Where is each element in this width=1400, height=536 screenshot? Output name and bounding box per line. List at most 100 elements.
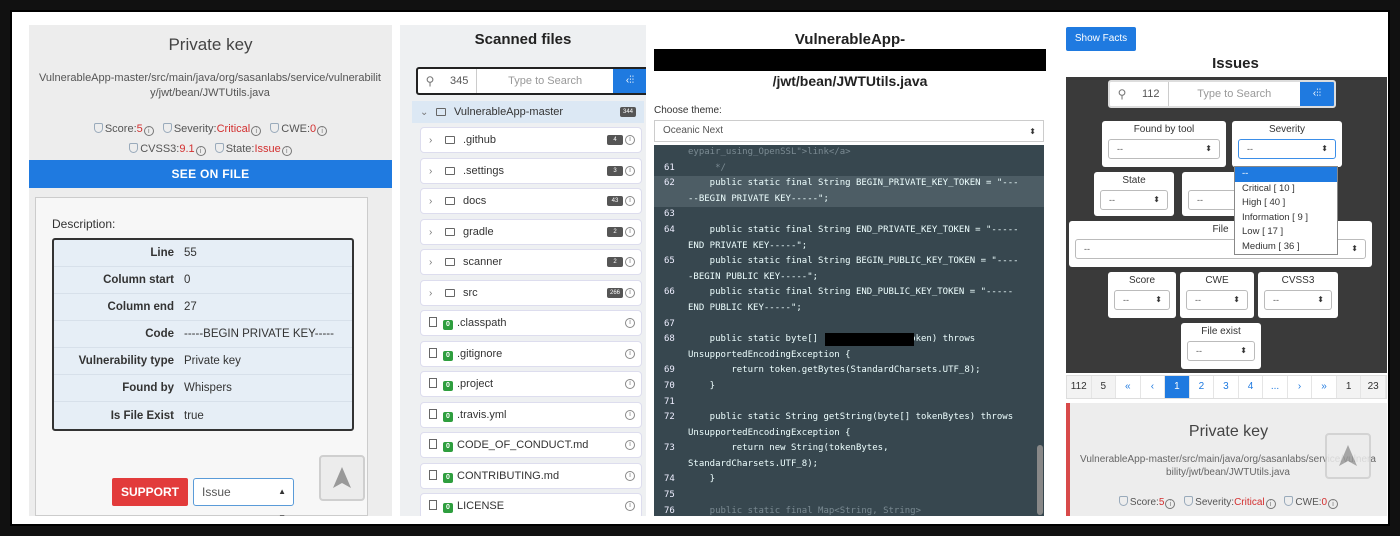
pager-first-page[interactable]: 1	[1336, 376, 1362, 398]
filter-state: State -- ⬍	[1094, 172, 1174, 216]
info-icon[interactable]: i	[195, 146, 206, 156]
folder-icon	[436, 108, 446, 116]
code-line: 70 }	[654, 379, 1044, 395]
cvss-value: 9.1	[179, 143, 195, 155]
info-icon[interactable]: i	[251, 126, 262, 136]
folder-item[interactable]: › docs 43 i	[420, 188, 642, 214]
severity-option[interactable]: Low [ 17 ]	[1235, 225, 1337, 240]
pager-page-2[interactable]: 2	[1190, 376, 1215, 398]
pager-prev[interactable]: ‹	[1141, 376, 1166, 398]
info-icon[interactable]: i	[625, 257, 635, 267]
info-icon[interactable]: i	[317, 126, 328, 136]
state-select[interactable]: Issue ▲▼	[193, 478, 294, 516]
code-line: 67	[654, 317, 1044, 333]
info-icon[interactable]: i	[625, 501, 635, 511]
pager-page-4[interactable]: 4	[1239, 376, 1264, 398]
file-item[interactable]: 0 CONTRIBUTING.md i	[420, 462, 642, 489]
issue-preview-card[interactable]: Private key VulnerableApp-master/src/mai…	[1066, 403, 1387, 516]
info-icon[interactable]: i	[625, 379, 635, 389]
folder-item[interactable]: › .settings 3 i	[420, 157, 642, 184]
filter-icon[interactable]: ‹⫶⫶	[1300, 82, 1334, 106]
file-exist-select[interactable]: -- ⬍	[1187, 341, 1255, 361]
pager-first[interactable]: «	[1116, 376, 1141, 398]
issue-meta-row-2: CVSS3:9.1 i State:Issue i	[29, 143, 392, 156]
info-icon[interactable]: i	[625, 196, 635, 206]
scroll-top-button[interactable]	[319, 455, 365, 501]
code-text: public static final String END_PRIVATE_K…	[688, 224, 1019, 235]
theme-select[interactable]: Oceanic Next ⬍	[654, 120, 1044, 142]
scroll-top-button[interactable]	[1325, 433, 1371, 479]
cvss3-select[interactable]: -- ⬍	[1264, 290, 1332, 310]
filter-label: Found by tool	[1133, 124, 1195, 135]
pager-last[interactable]: »	[1312, 376, 1337, 398]
info-icon[interactable]: i	[1328, 499, 1339, 509]
folder-icon	[445, 197, 455, 205]
folder-item[interactable]: › .github 4 i	[420, 127, 642, 153]
issues-search-input[interactable]: Type to Search	[1169, 88, 1300, 100]
filter-icon[interactable]: ‹⫶⫶	[613, 69, 646, 93]
info-icon[interactable]: i	[625, 409, 635, 420]
info-icon[interactable]: i	[281, 146, 292, 156]
line-number: 75	[664, 490, 675, 501]
line-number: 62	[664, 178, 675, 189]
folder-item[interactable]: › src 266 i	[420, 279, 642, 306]
detail-row: Code -----BEGIN PRIVATE KEY-----	[54, 321, 352, 348]
tree-root[interactable]: ⌄ VulnerableApp-master 344	[412, 101, 644, 123]
info-icon[interactable]: i	[625, 226, 635, 237]
severity-option[interactable]: Information [ 9 ]	[1235, 211, 1337, 226]
pager-last-page[interactable]: 23	[1361, 376, 1386, 398]
select-value: --	[1196, 346, 1202, 356]
severity-option[interactable]: High [ 40 ]	[1235, 196, 1337, 211]
files-search-input[interactable]: Type to Search	[477, 75, 613, 87]
code-scrollbar[interactable]	[1037, 445, 1043, 515]
file-item[interactable]: 0 .project i	[420, 371, 642, 397]
pager-per-page[interactable]: 5	[1091, 376, 1117, 398]
state-filter-select[interactable]: -- ⬍	[1100, 190, 1168, 210]
score-select[interactable]: -- ⬍	[1114, 290, 1170, 310]
info-icon[interactable]: i	[1265, 499, 1276, 509]
info-icon[interactable]: i	[625, 318, 635, 328]
tree-root-label: VulnerableApp-master	[454, 106, 564, 118]
file-item[interactable]: 0 CODE_OF_CONDUCT.md i	[420, 432, 642, 458]
pager-ellipsis: ...	[1263, 376, 1288, 398]
cwe-select[interactable]: -- ⬍	[1186, 290, 1248, 310]
file-item[interactable]: 0 .classpath i	[420, 310, 642, 336]
select-caret-icon: ⬍	[1240, 346, 1247, 355]
found-by-tool-select[interactable]: -- ⬍	[1108, 139, 1220, 159]
info-icon[interactable]: i	[625, 165, 635, 176]
line-number	[654, 192, 688, 208]
line-number	[654, 301, 688, 317]
pager-page-3[interactable]: 3	[1214, 376, 1239, 398]
issue-count-badge: 0	[443, 442, 453, 452]
pager-total: 112	[1067, 376, 1092, 398]
info-icon[interactable]: i	[1165, 499, 1176, 509]
file-item[interactable]: 0 .travis.yml i	[420, 401, 642, 428]
info-icon[interactable]: i	[625, 470, 635, 481]
detail-row: Column end 27	[54, 294, 352, 321]
cwe-value: 0	[310, 123, 317, 135]
pager-page-1[interactable]: 1	[1165, 376, 1190, 398]
line-number: 71	[664, 396, 675, 407]
folder-item[interactable]: › scanner 2 i	[420, 249, 642, 275]
shield-icon	[1118, 496, 1128, 506]
cwe-value: 0	[1321, 497, 1328, 508]
pager-next[interactable]: ›	[1288, 376, 1313, 398]
severity-option[interactable]: --	[1235, 167, 1337, 182]
show-facts-button[interactable]: Show Facts	[1066, 27, 1136, 51]
info-icon[interactable]: i	[625, 287, 635, 298]
select-value: --	[1197, 195, 1203, 205]
severity-option[interactable]: Medium [ 36 ]	[1235, 240, 1337, 255]
severity-option[interactable]: Critical [ 10 ]	[1235, 182, 1337, 197]
info-icon[interactable]: i	[625, 348, 635, 359]
info-icon[interactable]: i	[625, 135, 635, 145]
support-button[interactable]: SUPPORT	[112, 478, 188, 506]
file-item[interactable]: 0 .gitignore i	[420, 340, 642, 367]
info-icon[interactable]: i	[143, 126, 154, 136]
severity-select[interactable]: -- ⬍	[1238, 139, 1336, 159]
file-item[interactable]: 0 LICENSE i	[420, 493, 642, 516]
code-line: 69 return token.getBytes(StandardCharset…	[654, 363, 1044, 379]
folder-item[interactable]: › gradle 2 i	[420, 218, 642, 245]
see-on-file-button[interactable]: SEE ON FILE	[29, 160, 392, 188]
info-icon[interactable]: i	[625, 440, 635, 450]
